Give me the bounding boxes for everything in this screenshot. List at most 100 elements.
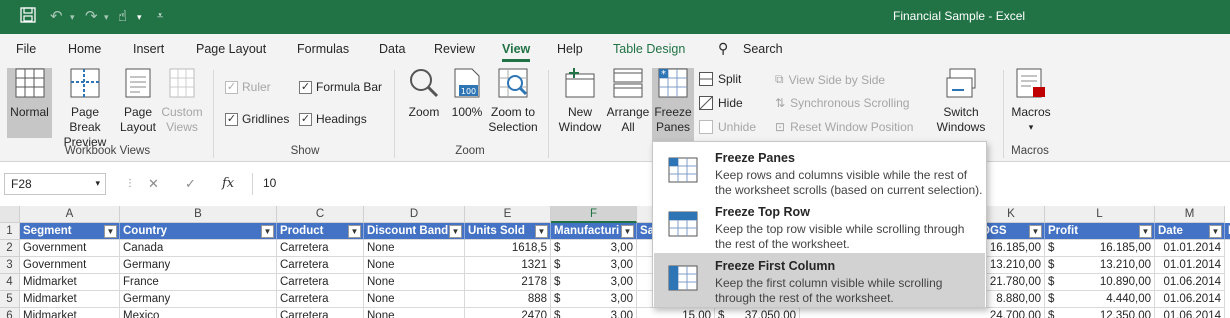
row-header[interactable]: 3	[0, 257, 20, 274]
table-cell[interactable]: 2178	[465, 274, 551, 291]
table-cell[interactable]: Canada	[120, 240, 277, 257]
table-cell[interactable]: 3,00	[565, 274, 637, 291]
table-cell[interactable]: None	[364, 274, 465, 291]
table-header-cell[interactable]: Profit ▼	[1045, 223, 1155, 240]
column-header[interactable]: F	[551, 206, 637, 223]
table-cell[interactable]: 3,00	[565, 291, 637, 308]
table-cell[interactable]: $	[551, 274, 565, 291]
table-header-cell[interactable]: Manufacturi ▼	[551, 223, 637, 240]
new-window-button[interactable]: New Window	[556, 68, 604, 138]
column-header[interactable]: D	[364, 206, 465, 223]
switch-windows-button[interactable]: Switch Windows	[930, 68, 992, 142]
table-cell[interactable]: Mexico	[120, 308, 277, 318]
column-header[interactable]: B	[120, 206, 277, 223]
table-cell[interactable]: $	[1045, 257, 1055, 274]
row-header[interactable]: 5	[0, 291, 20, 308]
table-cell[interactable]: 3,00	[565, 308, 637, 318]
row-header[interactable]: 6	[0, 308, 20, 318]
undo-dropdown-icon[interactable]: ▾	[70, 12, 75, 23]
table-header-cell[interactable]: Date ▼	[1155, 223, 1225, 240]
table-header-cell[interactable]: Discount Band ▼	[364, 223, 465, 240]
filter-dropdown-icon[interactable]: ▼	[1029, 225, 1042, 238]
synchronous-scrolling-button[interactable]: ⇅ Synchronous Scrolling	[775, 96, 909, 110]
table-cell[interactable]: 13.210,00	[978, 257, 1045, 274]
filter-dropdown-icon[interactable]: ▼	[1139, 225, 1152, 238]
customize-qat-icon[interactable]: ⩡	[157, 10, 163, 23]
table-cell[interactable]: 37.050,00	[730, 308, 800, 318]
select-all-corner[interactable]	[0, 206, 20, 223]
menu-item-freeze-panes[interactable]: Freeze Panes Keep rows and columns visib…	[654, 145, 985, 199]
name-box[interactable]: F28 ▾	[4, 173, 106, 195]
table-cell[interactable]: Midmarket	[20, 308, 120, 318]
page-break-preview-button[interactable]: Page Break Preview	[55, 68, 115, 149]
table-cell[interactable]: 01.06.2014	[1155, 274, 1225, 291]
tab-home[interactable]: Home	[68, 42, 101, 56]
row-header[interactable]: 4	[0, 274, 20, 291]
table-cell[interactable]: 8.880,00	[978, 291, 1045, 308]
save-icon[interactable]	[20, 7, 36, 27]
tab-formulas[interactable]: Formulas	[297, 42, 349, 56]
hide-button[interactable]: Hide	[699, 96, 743, 110]
redo-icon[interactable]: ↷	[85, 7, 98, 25]
table-cell[interactable]: Midmarket	[20, 291, 120, 308]
search-icon[interactable]: ⚲	[718, 40, 728, 57]
table-cell[interactable]: Germany	[120, 291, 277, 308]
column-header[interactable]: L	[1045, 206, 1155, 223]
table-cell[interactable]: 4.440,00	[1055, 291, 1155, 308]
table-cell[interactable]: $	[1045, 291, 1055, 308]
headings-checkbox[interactable]: ✓ Headings	[299, 112, 367, 126]
filter-dropdown-icon[interactable]: ▼	[348, 225, 361, 238]
filter-dropdown-icon[interactable]: ▼	[535, 225, 548, 238]
tab-file[interactable]: File	[16, 42, 36, 56]
menu-item-freeze-first-column[interactable]: Freeze First Column Keep the first colum…	[654, 253, 985, 307]
table-cell[interactable]: 16.185,00	[1055, 240, 1155, 257]
column-header[interactable]: A	[20, 206, 120, 223]
undo-icon[interactable]: ↶	[50, 7, 63, 25]
tab-data[interactable]: Data	[379, 42, 405, 56]
table-header-cell[interactable]: OGS ▼	[978, 223, 1045, 240]
split-button[interactable]: Split	[699, 72, 741, 86]
table-cell[interactable]: Germany	[120, 257, 277, 274]
table-header-cell[interactable]: Segment ▼	[20, 223, 120, 240]
table-cell[interactable]: 01.01.2014	[1155, 240, 1225, 257]
search-label[interactable]: Search	[743, 42, 783, 56]
table-cell[interactable]: 12.350,00	[1055, 308, 1155, 318]
table-cell[interactable]: 16.185,00	[978, 240, 1045, 257]
filter-dropdown-icon[interactable]: ▼	[104, 225, 117, 238]
table-cell[interactable]: 1321	[465, 257, 551, 274]
zoom-button[interactable]: Zoom	[403, 68, 445, 138]
arrange-all-button[interactable]: Arrange All	[605, 68, 651, 138]
table-cell[interactable]: $	[551, 257, 565, 274]
menu-item-freeze-top-row[interactable]: Freeze Top Row Keep the top row visible …	[654, 199, 985, 253]
table-cell[interactable]: 15,00	[637, 308, 715, 318]
chevron-down-icon[interactable]: ▾	[95, 178, 100, 189]
table-cell[interactable]: $	[1045, 274, 1055, 291]
tab-table-design[interactable]: Table Design	[613, 42, 685, 56]
table-cell[interactable]: Carretera	[277, 308, 364, 318]
table-cell[interactable]: Midmarket	[20, 274, 120, 291]
table-header-cell[interactable]: Country ▼	[120, 223, 277, 240]
filter-dropdown-icon[interactable]: ▼	[1209, 225, 1222, 238]
table-cell[interactable]: 1618,5	[465, 240, 551, 257]
table-cell[interactable]: $	[1045, 308, 1055, 318]
table-cell[interactable]: $	[1045, 240, 1055, 257]
table-cell[interactable]: 24.700,00	[978, 308, 1045, 318]
reset-window-position-button[interactable]: ⊡ Reset Window Position	[775, 120, 913, 134]
table-cell[interactable]: Carretera	[277, 240, 364, 257]
table-cell[interactable]: 01.06.2014	[1155, 291, 1225, 308]
filter-dropdown-icon[interactable]: ▼	[261, 225, 274, 238]
table-cell[interactable]: 01.01.2014	[1155, 257, 1225, 274]
zoom-to-selection-button[interactable]: Zoom to Selection	[487, 68, 539, 138]
table-cell[interactable]: None	[364, 240, 465, 257]
table-cell[interactable]: $	[715, 308, 730, 318]
table-cell[interactable]: Government	[20, 240, 120, 257]
table-header-cell[interactable]: Units Sold ▼	[465, 223, 551, 240]
table-cell[interactable]: $	[551, 291, 565, 308]
view-side-by-side-button[interactable]: ⧉ View Side by Side	[775, 72, 885, 87]
table-header-cell[interactable]: Product ▼	[277, 223, 364, 240]
table-cell[interactable]: Carretera	[277, 257, 364, 274]
column-header[interactable]: C	[277, 206, 364, 223]
table-cell[interactable]: Carretera	[277, 291, 364, 308]
ruler-checkbox[interactable]: ✓ Ruler	[225, 80, 271, 94]
table-cell[interactable]: 2470	[465, 308, 551, 318]
